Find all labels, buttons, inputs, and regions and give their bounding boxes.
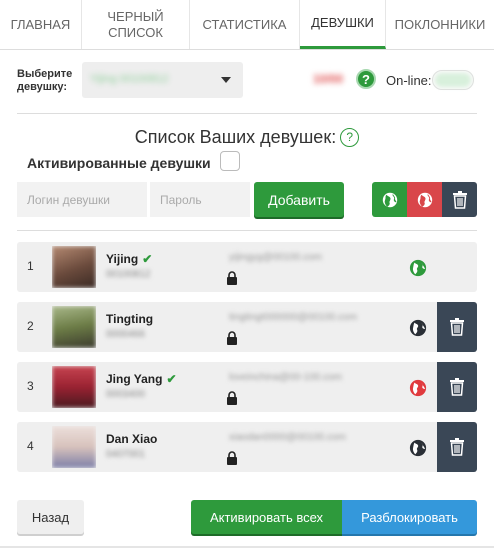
girl-id: 0003400 (106, 389, 145, 400)
globe-icon[interactable] (409, 319, 427, 337)
trash-icon (450, 378, 464, 396)
girl-name[interactable]: Yijing ✔ (106, 252, 152, 266)
girl-row[interactable]: 4 Dan Xiao 0407001 xiaodan0000@00100.com (17, 422, 477, 472)
delete-selected-button[interactable] (442, 182, 477, 217)
globe-icon[interactable] (409, 379, 427, 397)
girl-name[interactable]: Jing Yang ✔ (106, 372, 177, 386)
globe-icon (382, 192, 397, 207)
girl-photo[interactable] (52, 306, 96, 348)
girl-id: 0407001 (106, 449, 145, 460)
add-button[interactable]: Добавить (254, 182, 344, 217)
unblock-button[interactable]: Разблокировать (342, 500, 477, 534)
girl-row[interactable]: 2 Tingting 0000466 tingtingt000000@00100… (17, 302, 477, 352)
girl-select[interactable]: Yijing 00100812 (82, 62, 243, 98)
online-count: 10/00 (313, 72, 344, 86)
online-label: On-line: (386, 73, 432, 88)
list-title: Список Ваших девушек:? (0, 126, 494, 148)
girl-select-value: Yijing 00100812 (90, 73, 169, 85)
enable-all-globe-button[interactable] (372, 182, 407, 217)
tab-statistics[interactable]: Статистика (190, 0, 300, 49)
disable-all-globe-button[interactable] (407, 182, 442, 217)
back-button[interactable]: Назад (17, 500, 84, 534)
online-toggle[interactable] (432, 70, 474, 90)
chevron-down-icon (221, 77, 231, 83)
girl-email: loveinchina@00-100.com (229, 372, 342, 383)
help-outline-icon[interactable]: ? (340, 127, 360, 147)
globe-icon[interactable] (409, 259, 427, 277)
top-tabs: Главная Черный список Статистика Девушки… (0, 0, 494, 50)
girl-id: 0000466 (106, 329, 145, 340)
girl-name[interactable]: Dan Xiao (106, 432, 157, 446)
girl-email: xiaodan0000@00100.com (229, 432, 346, 443)
list-title-text: Список Ваших девушек: (134, 126, 337, 147)
password-input[interactable] (150, 182, 250, 217)
divider (17, 113, 477, 114)
row-number: 4 (27, 439, 34, 453)
trash-icon (450, 318, 464, 336)
girl-id: 00100812 (106, 269, 151, 280)
globe-icon[interactable] (409, 439, 427, 457)
tab-admirers[interactable]: Поклонники (386, 0, 494, 49)
girl-email: tingtingt000000@00100.com (229, 312, 358, 323)
lock-icon[interactable] (226, 271, 238, 285)
globe-icon (417, 192, 432, 207)
login-input[interactable] (17, 182, 147, 217)
tab-girls[interactable]: Девушки (300, 0, 386, 49)
verified-check-icon: ✔ (166, 372, 177, 386)
trash-icon (450, 438, 464, 456)
girl-row[interactable]: 1 Yijing ✔ 00100812 yijingyg@00100.com (17, 242, 477, 292)
row-number: 1 (27, 259, 34, 273)
girl-email: yijingyg@00100.com (229, 252, 322, 263)
lock-icon[interactable] (226, 331, 238, 345)
tab-main[interactable]: Главная (0, 0, 82, 49)
girl-photo[interactable] (52, 366, 96, 408)
divider (17, 230, 477, 231)
delete-girl-button[interactable] (437, 362, 477, 412)
verified-check-icon: ✔ (142, 252, 153, 266)
delete-girl-button[interactable] (437, 302, 477, 352)
girl-photo[interactable] (52, 246, 96, 288)
row-number: 2 (27, 319, 34, 333)
girl-row[interactable]: 3 Jing Yang ✔ 0003400 loveinchina@00-100.… (17, 362, 477, 412)
lock-icon[interactable] (226, 391, 238, 405)
help-icon[interactable]: ? (356, 69, 376, 89)
activated-girls-label: Активированные девушки (27, 155, 211, 171)
girl-photo[interactable] (52, 426, 96, 468)
lock-icon[interactable] (226, 451, 238, 465)
trash-icon (452, 190, 467, 209)
delete-girl-button[interactable] (437, 422, 477, 472)
activated-girls-checkbox[interactable] (220, 151, 240, 171)
girl-select-label: Выберите девушку: (17, 68, 73, 93)
tab-blacklist[interactable]: Черный список (82, 0, 190, 49)
row-number: 3 (27, 379, 34, 393)
girl-name[interactable]: Tingting (106, 312, 153, 326)
activate-all-button[interactable]: Активировать всех (191, 500, 342, 534)
toggle-knob (435, 73, 471, 87)
